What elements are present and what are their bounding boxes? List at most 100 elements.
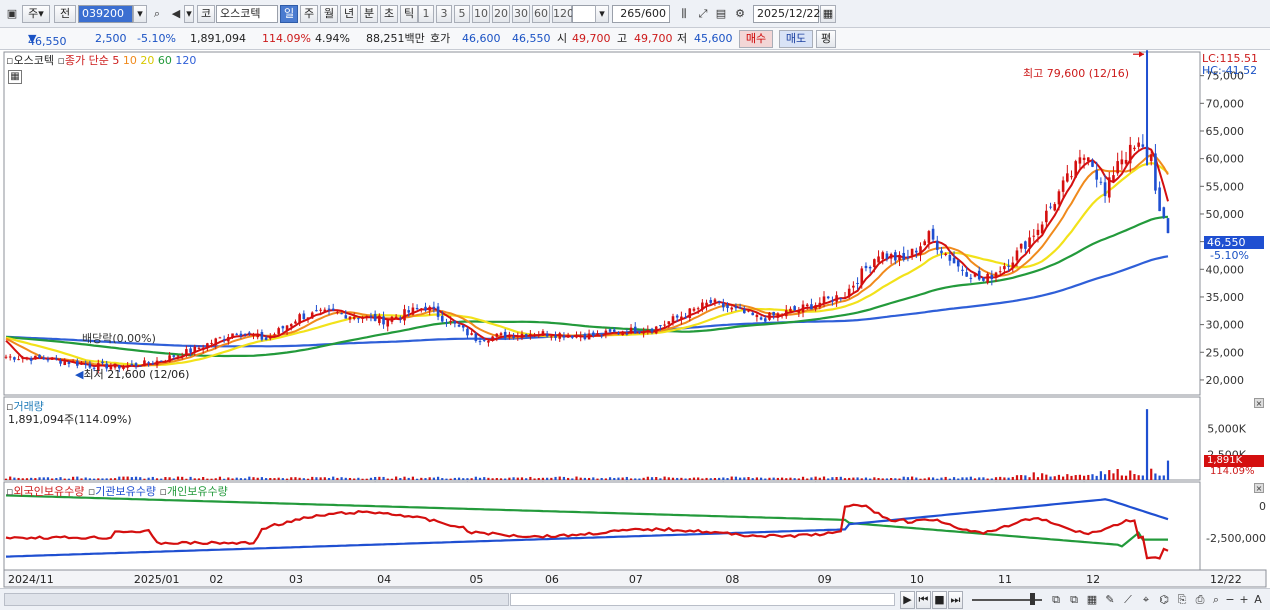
trend-icon[interactable]: ⟋ [1120,592,1136,608]
volume-bar [239,478,243,480]
buy-button[interactable]: 매수 [739,30,773,48]
sell-button[interactable]: 매도 [779,30,813,48]
overlay-icon[interactable]: ⧉ [1048,592,1064,608]
candle-body [889,254,893,259]
scroll-right-icon[interactable]: ▶ [900,591,915,609]
date-field[interactable]: 2025/12/22 [753,5,820,23]
candle-body [1036,229,1040,235]
interval-button-5[interactable]: 초 [380,5,398,23]
volume-bar [575,476,578,480]
calendar-icon[interactable]: ▦ [820,5,836,23]
scroll-thumb[interactable] [510,593,895,606]
interval-button-4[interactable]: 분 [360,5,378,23]
calculator-icon[interactable]: ▦ [8,70,22,84]
pattern-icon[interactable]: ⌬ [1156,592,1172,608]
price-tag-percent: -5.10% [1210,249,1249,262]
volume-bar [51,478,54,480]
candle-body [1049,206,1052,208]
zoom-slider-handle[interactable] [1030,593,1035,605]
volume-bar [172,478,175,480]
minute-button-3[interactable]: 3 [436,5,452,23]
volume-tag-percent: 114.09% [1210,466,1255,477]
volume-bar [185,478,188,480]
search-icon[interactable]: ⌕ [149,6,165,22]
draw-icon[interactable]: ✎ [1102,592,1118,608]
font-size-icon[interactable]: A [1250,592,1266,608]
export-icon[interactable]: ⎘ [1174,592,1190,608]
close-volume-pane-icon[interactable]: × [1254,398,1264,408]
save-icon[interactable]: ▤ [713,6,729,22]
volume-bar [587,477,591,480]
volume-bar [1049,476,1052,480]
stop-icon[interactable]: ■ [932,591,947,609]
grid-icon[interactable]: ▦ [1084,592,1100,608]
minute-button-60[interactable]: 60 [532,5,550,23]
volume-bar [290,477,293,480]
interval-button-2[interactable]: 월 [320,5,338,23]
window-icon[interactable]: ⧉ [1066,592,1082,608]
code-dropdown-icon[interactable]: ▾ [133,5,147,23]
code-input[interactable]: 039200 [78,5,133,23]
candle-body [667,321,671,325]
volume-bar [248,476,251,480]
price-tick-label: 60,000 [1206,153,1245,166]
horizontal-scrollbar[interactable] [4,593,509,606]
volume-bar [999,476,1002,480]
speaker-icon[interactable]: ◀ [168,6,184,22]
gear-icon[interactable]: ⚙ [732,6,748,22]
stock-chart[interactable]: 75,00070,00065,00060,00055,00050,00045,0… [0,50,1270,588]
volume-bar [730,476,733,480]
interval-button-3[interactable]: 년 [340,5,358,23]
candle-body [1166,218,1170,234]
volume-bar [994,477,998,480]
volume-bar [420,477,423,480]
volume-bar [1141,475,1144,480]
interval-button-6[interactable]: 틱 [400,5,418,23]
volume-bar [818,477,821,480]
volume-bar [1158,475,1161,480]
candle-body [1053,204,1057,211]
candle-body [319,309,322,311]
compare-icon[interactable]: ⤢ [695,6,711,22]
open-label: 시 [557,32,568,45]
volume-bar [940,477,943,480]
price-tick-label: 55,000 [1206,180,1245,193]
layout-icon[interactable]: ▣ [4,6,20,22]
volume-bar [17,477,20,480]
volume-bar [109,478,112,480]
tool-icon[interactable]: ⌖ [1138,592,1154,608]
volume-bar [843,478,847,480]
volume-bar [1108,470,1111,480]
minute-button-30[interactable]: 30 [512,5,530,23]
candle-body [415,308,419,310]
volume-bar [1133,474,1136,480]
period-select[interactable]: 주▾ [22,5,50,23]
volume-bar [105,478,108,480]
minute-button-1[interactable]: 1 [418,5,434,23]
rewind-icon[interactable]: ⏮ [916,591,931,609]
speaker-dropdown-icon[interactable]: ▾ [184,5,194,23]
volume-bar [390,478,394,480]
volume-bar [969,476,972,480]
candle-body [633,326,637,334]
candle-type-icon[interactable]: ⫼ [676,6,692,22]
holding-legend: ▫외국인보유수량 ▫기관보유수량 ▫개인보유수량 [6,485,228,498]
volume-bar [600,477,603,480]
candle-body [369,315,373,317]
custom-minute-dropdown-icon[interactable]: ▾ [595,5,609,23]
interval-button-0[interactable]: 일 [280,5,298,23]
minute-button-10[interactable]: 10 [472,5,490,23]
eval-button[interactable]: 평 [816,30,836,48]
prev-button[interactable]: 전 [54,5,76,23]
candle-body [961,269,964,271]
interval-button-1[interactable]: 주 [300,5,318,23]
close-holding-pane-icon[interactable]: × [1254,483,1264,493]
candle-body [285,325,289,331]
minute-button-5[interactable]: 5 [454,5,470,23]
minute-button-20[interactable]: 20 [492,5,510,23]
count-field[interactable]: 265/600 [612,5,670,23]
forward-icon[interactable]: ⏭ [948,591,963,609]
candle-body [289,324,293,327]
minute-button-120[interactable]: 120 [552,5,574,23]
print-icon[interactable]: ⎙ [1192,592,1208,608]
